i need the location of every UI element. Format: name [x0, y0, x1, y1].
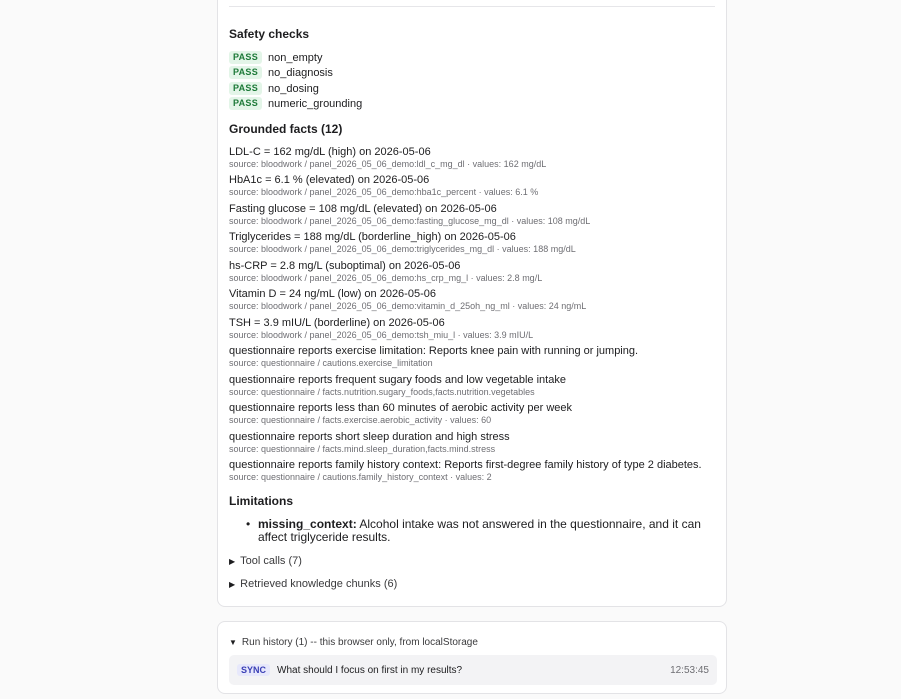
- fact-source: source: bloodwork / panel_2026_05_06_dem…: [229, 244, 576, 254]
- fact-item: LDL-C = 162 mg/dL (high) on 2026-05-06 s…: [229, 146, 719, 169]
- check-name: no_dosing: [268, 82, 319, 95]
- fact-item: Fasting glucose = 108 mg/dL (elevated) o…: [229, 203, 719, 226]
- fact-title: questionnaire reports family history con…: [229, 459, 702, 471]
- run-history-summary: Run history (1) -- this browser only, fr…: [241, 637, 478, 648]
- fact-source: source: bloodwork / panel_2026_05_06_dem…: [229, 216, 591, 226]
- fact-title: TSH = 3.9 mIU/L (borderline) on 2026-05-…: [229, 317, 445, 329]
- run-history-card: ▼ Run history (1) -- this browser only, …: [217, 621, 727, 694]
- fact-title: HbA1c = 6.1 % (elevated) on 2026-05-06: [229, 174, 430, 186]
- fact-item: TSH = 3.9 mIU/L (borderline) on 2026-05-…: [229, 317, 719, 340]
- safety-check-row: PASS numeric_grounding: [229, 96, 362, 111]
- sync-badge: SYNC: [237, 664, 271, 676]
- fact-item: questionnaire reports family history con…: [229, 459, 719, 482]
- pass-badge: PASS: [229, 97, 263, 110]
- fact-source: source: questionnaire / cautions.family_…: [229, 472, 492, 482]
- tool-calls-toggle[interactable]: ▶ Tool calls (7): [229, 555, 302, 568]
- triangle-right-icon: ▶: [229, 557, 236, 566]
- fact-item: questionnaire reports exercise limitatio…: [229, 345, 719, 368]
- run-history-toggle[interactable]: ▼ Run history (1) -- this browser only, …: [229, 636, 478, 649]
- fact-title: Triglycerides = 188 mg/dL (borderline_hi…: [229, 231, 516, 243]
- triangle-right-icon: ▶: [229, 580, 236, 589]
- fact-source: source: questionnaire / cautions.exercis…: [229, 358, 433, 368]
- fact-source: source: questionnaire / facts.mind.sleep…: [229, 444, 496, 454]
- safety-checks-heading: Safety checks: [229, 27, 310, 41]
- fact-source: source: bloodwork / panel_2026_05_06_dem…: [229, 187, 539, 197]
- fact-source: source: bloodwork / panel_2026_05_06_dem…: [229, 273, 543, 283]
- fact-title: Vitamin D = 24 ng/mL (low) on 2026-05-06: [229, 288, 436, 300]
- fact-source: source: questionnaire / facts.exercise.a…: [229, 415, 492, 425]
- fact-item: HbA1c = 6.1 % (elevated) on 2026-05-06 s…: [229, 174, 719, 197]
- check-name: numeric_grounding: [268, 97, 363, 110]
- fact-item: Vitamin D = 24 ng/mL (low) on 2026-05-06…: [229, 288, 719, 311]
- fact-item: hs-CRP = 2.8 mg/L (suboptimal) on 2026-0…: [229, 260, 719, 283]
- fact-item: Triglycerides = 188 mg/dL (borderline_hi…: [229, 231, 719, 254]
- pass-badge: PASS: [229, 66, 263, 79]
- fact-title: LDL-C = 162 mg/dL (high) on 2026-05-06: [229, 146, 431, 158]
- safety-check-row: PASS no_diagnosis: [229, 65, 333, 80]
- fact-title: questionnaire reports short sleep durati…: [229, 431, 510, 443]
- knowledge-chunks-label: Retrieved knowledge chunks (6): [240, 578, 398, 590]
- run-question: What should I focus on first in my resul…: [277, 664, 463, 676]
- triangle-down-icon: ▼: [229, 638, 237, 647]
- fact-source: source: bloodwork / panel_2026_05_06_dem…: [229, 301, 587, 311]
- safety-check-row: PASS no_dosing: [229, 81, 319, 96]
- grounded-facts-heading: Grounded facts (12): [229, 122, 343, 136]
- divider: [229, 6, 715, 7]
- fact-title: questionnaire reports exercise limitatio…: [229, 345, 639, 357]
- fact-source: source: bloodwork / panel_2026_05_06_dem…: [229, 159, 547, 169]
- run-timestamp: 12:53:45: [670, 664, 709, 676]
- pass-badge: PASS: [229, 51, 263, 64]
- fact-item: questionnaire reports short sleep durati…: [229, 431, 719, 454]
- run-history-entry[interactable]: SYNC What should I focus on first in my …: [229, 655, 717, 685]
- check-name: non_empty: [268, 51, 323, 64]
- limitation-text: missing_context: Alcohol intake was not …: [258, 518, 708, 544]
- limitations-heading: Limitations: [229, 494, 294, 508]
- safety-check-row: PASS non_empty: [229, 50, 322, 65]
- fact-item: questionnaire reports less than 60 minut…: [229, 402, 719, 425]
- fact-source: source: questionnaire / facts.nutrition.…: [229, 387, 535, 397]
- tool-calls-label: Tool calls (7): [240, 555, 302, 567]
- fact-source: source: bloodwork / panel_2026_05_06_dem…: [229, 330, 534, 340]
- fact-title: questionnaire reports less than 60 minut…: [229, 402, 573, 414]
- bullet-icon: •: [246, 517, 251, 531]
- results-card: Safety checks PASS non_empty PASS no_dia…: [217, 0, 727, 607]
- knowledge-chunks-toggle[interactable]: ▶ Retrieved knowledge chunks (6): [229, 578, 397, 591]
- fact-title: questionnaire reports frequent sugary fo…: [229, 374, 566, 386]
- check-name: no_diagnosis: [268, 66, 333, 79]
- limitation-key: missing_context:: [258, 517, 357, 531]
- pass-badge: PASS: [229, 82, 263, 95]
- fact-title: Fasting glucose = 108 mg/dL (elevated) o…: [229, 203, 497, 215]
- fact-item: questionnaire reports frequent sugary fo…: [229, 374, 719, 397]
- fact-title: hs-CRP = 2.8 mg/L (suboptimal) on 2026-0…: [229, 260, 461, 272]
